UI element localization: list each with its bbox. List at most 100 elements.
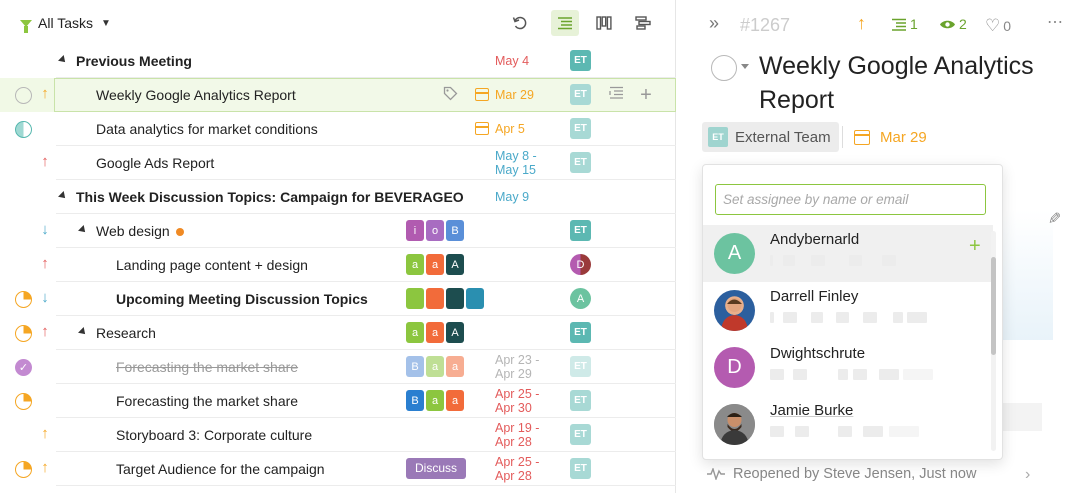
priority-up-icon[interactable]: ↑ (38, 256, 52, 272)
avatar[interactable]: ET (570, 118, 591, 139)
priority-up-icon[interactable]: ↑ (38, 426, 52, 442)
list-view-button[interactable] (551, 10, 579, 36)
tag[interactable]: a (406, 322, 424, 343)
status-circle[interactable] (15, 291, 32, 308)
more-options-icon[interactable]: ⋯ (1047, 12, 1063, 32)
avatar[interactable]: ET (570, 152, 591, 173)
tag[interactable]: i (406, 220, 424, 241)
status-circle[interactable] (15, 393, 32, 410)
avatar[interactable]: D (570, 254, 591, 275)
assignee-search-input[interactable] (715, 184, 986, 215)
avatar[interactable]: ET (570, 356, 591, 377)
task-row[interactable]: This Week Discussion Topics: Campaign fo… (0, 180, 676, 214)
priority-up-icon[interactable]: ↑ (38, 324, 52, 340)
board-view-button[interactable] (590, 10, 618, 36)
tag[interactable]: a (446, 390, 464, 411)
avatar[interactable]: ET (570, 84, 591, 105)
tag-icon[interactable] (441, 86, 459, 104)
assignee-option[interactable]: D Dwightschrute (703, 339, 993, 396)
scrollbar-thumb[interactable] (991, 257, 996, 355)
priority-up-icon[interactable]: ↑ (857, 13, 866, 34)
tag[interactable] (446, 288, 464, 309)
status-done-icon[interactable]: ✓ (15, 359, 32, 376)
status-circle[interactable] (15, 325, 32, 342)
task-title-heading[interactable]: Weekly Google Analytics Report (759, 49, 1059, 117)
task-row[interactable]: ↑ Research a a A ET (0, 316, 676, 350)
due-date[interactable]: Mar 29 (854, 129, 927, 146)
task-row[interactable]: ↑ Google Ads Report May 8 - May 15 ET (0, 146, 676, 180)
tag[interactable]: a (426, 390, 444, 411)
task-date-range: Apr 25 - Apr 28 (495, 455, 540, 483)
status-circle[interactable] (15, 87, 32, 104)
task-status-circle[interactable] (711, 55, 737, 81)
task-row[interactable]: Previous Meeting May 4 ET (0, 44, 676, 78)
task-row[interactable]: ↓ Web design i o B ET (0, 214, 676, 248)
tag[interactable]: a (426, 322, 444, 343)
tag[interactable]: B (446, 220, 464, 241)
tag-group[interactable]: B a a (406, 390, 464, 411)
tag[interactable]: a (446, 356, 464, 377)
tag[interactable]: o (426, 220, 444, 241)
task-row[interactable]: ↑ Landing page content + design a a A D (0, 248, 676, 282)
subtasks-icon[interactable] (607, 86, 625, 104)
tag[interactable] (466, 288, 484, 309)
tag[interactable] (406, 288, 424, 309)
collapse-panel-icon[interactable]: » (709, 13, 719, 34)
collapse-icon[interactable] (78, 225, 88, 235)
subtasks-count[interactable]: 1 (891, 16, 918, 32)
tag[interactable]: a (426, 254, 444, 275)
tag-group[interactable]: B a a (406, 356, 464, 377)
task-row[interactable]: ✓ Forecasting the market share B a a Apr… (0, 350, 676, 384)
collapse-icon[interactable] (58, 55, 68, 65)
status-circle[interactable] (15, 461, 32, 478)
activity-item[interactable]: Reopened by Steve Jensen, Just now (707, 466, 976, 482)
assignee-option[interactable]: Jamie Burke (703, 396, 993, 453)
priority-up-icon[interactable]: ↑ (38, 154, 52, 170)
priority-up-icon[interactable]: ↑ (38, 460, 52, 476)
avatar[interactable]: ET (570, 322, 591, 343)
priority-up-icon[interactable]: ↑ (38, 86, 52, 102)
avatar[interactable]: ET (570, 424, 591, 445)
assignee-option[interactable]: Darrell Finley (703, 282, 993, 339)
task-row[interactable]: ↑ Target Audience for the campaign Discu… (0, 452, 676, 486)
avatar[interactable]: ET (570, 220, 591, 241)
gantt-view-button[interactable] (629, 10, 657, 36)
add-subtask-icon[interactable]: + (637, 85, 655, 105)
tag[interactable]: B (406, 356, 424, 377)
tag-group[interactable]: a a A (406, 322, 464, 343)
collapse-icon[interactable] (78, 327, 88, 337)
task-filter-dropdown[interactable]: All Tasks ▼ (20, 15, 111, 33)
status-dropdown-icon[interactable] (741, 64, 749, 69)
tag[interactable]: a (426, 356, 444, 377)
refresh-button[interactable] (506, 10, 534, 36)
edit-icon[interactable]: ✎ (1044, 211, 1064, 224)
add-assignee-icon[interactable]: + (969, 235, 981, 258)
tag[interactable]: A (446, 254, 464, 275)
assignee-option[interactable]: A Andybernarld + (703, 225, 993, 282)
avatar[interactable]: ET (570, 390, 591, 411)
task-row-selected[interactable]: ↑ Weekly Google Analytics Report Mar 29 … (0, 78, 676, 112)
status-circle[interactable] (15, 121, 32, 138)
tag[interactable] (426, 288, 444, 309)
tag-group[interactable] (406, 288, 484, 309)
likes-count[interactable]: ♡ 0 (985, 16, 1011, 36)
avatar[interactable]: ET (570, 458, 591, 479)
priority-down-icon[interactable]: ↓ (38, 222, 52, 238)
tag-group[interactable]: i o B (406, 220, 464, 241)
discuss-tag[interactable]: Discuss (406, 458, 467, 479)
watchers-count[interactable]: 2 (939, 16, 967, 32)
assignee-chip[interactable]: ET External Team (702, 122, 839, 152)
task-row[interactable]: Data analytics for market conditions Apr… (0, 112, 676, 146)
tag-group[interactable]: a a A (406, 254, 464, 275)
task-row[interactable]: ↓ Upcoming Meeting Discussion Topics A (0, 282, 676, 316)
chevron-right-icon[interactable]: › (1025, 466, 1030, 484)
tag[interactable]: B (406, 390, 424, 411)
avatar[interactable]: ET (570, 50, 591, 71)
task-row[interactable]: ↑ Storyboard 3: Corporate culture Apr 19… (0, 418, 676, 452)
task-row[interactable]: Forecasting the market share B a a Apr 2… (0, 384, 676, 418)
avatar[interactable]: A (570, 288, 591, 309)
priority-down-icon[interactable]: ↓ (38, 290, 52, 306)
tag[interactable]: A (446, 322, 464, 343)
collapse-icon[interactable] (58, 191, 68, 201)
tag[interactable]: a (406, 254, 424, 275)
